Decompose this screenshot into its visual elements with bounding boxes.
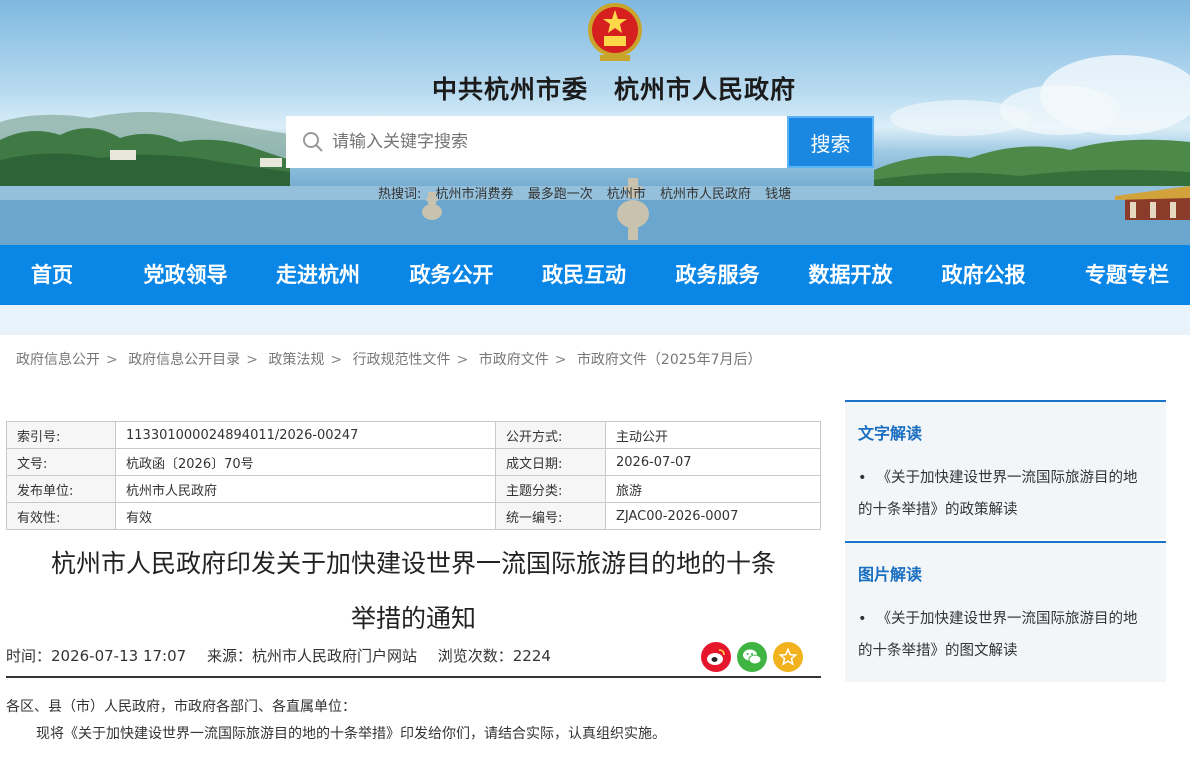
info-value: 杭州市人民政府 — [115, 475, 496, 503]
link-text: 《关于加快建设世界一流国际旅游目的地的十条举措》的政策解读 — [858, 470, 1138, 518]
hot-words: 热搜词: 杭州市消费券 最多跑一次 杭州市 杭州市人民政府 钱塘 — [378, 183, 801, 202]
article-title: 杭州市人民政府印发关于加快建设世界一流国际旅游目的地的十条 举措的通知 — [6, 536, 821, 646]
hot-words-label: 热搜词: — [378, 187, 422, 202]
info-key: 有效性: — [6, 502, 116, 530]
image-reading-link[interactable]: • 《关于加快建设世界一流国际旅游目的地的十条举措》的图文解读 — [845, 595, 1166, 667]
info-key: 统一编号: — [495, 502, 606, 530]
bullet: • — [858, 611, 867, 627]
nav-item-gov-disclosure[interactable]: 政务公开 — [369, 245, 534, 305]
nav-item-leadership[interactable]: 党政领导 — [104, 245, 267, 305]
nav-item-gazette[interactable]: 政府公报 — [900, 245, 1067, 305]
breadcrumb: 政府信息公开 > 政府信息公开目录 > 政策法规 > 行政规范性文件 > 市政府文件 > … — [16, 352, 762, 368]
nav-item-topics[interactable]: 专题专栏 — [1067, 245, 1187, 305]
info-value: ZJAC00-2026-0007 — [605, 502, 821, 530]
hot-word-link[interactable]: 钱塘 — [765, 187, 791, 202]
info-value: 有效 — [115, 502, 496, 530]
hot-word-link[interactable]: 杭州市消费券 — [436, 187, 514, 202]
info-key: 主题分类: — [495, 475, 606, 503]
article-meta: 时间：2026-07-13 17:07 来源：杭州市人民政府门户网站 浏览次数：… — [6, 645, 567, 666]
table-row: 发布单位: 杭州市人民政府 主题分类: 旅游 — [6, 475, 821, 503]
info-key: 成文日期: — [495, 448, 606, 476]
article-divider — [6, 676, 821, 678]
site-title: 中共杭州市委 杭州市人民政府 — [431, 75, 796, 104]
publish-time: 时间：2026-07-13 17:07 — [6, 647, 187, 665]
info-value: 2026-07-07 — [605, 448, 821, 476]
hot-word-link[interactable]: 杭州市人民政府 — [660, 187, 751, 202]
breadcrumb-item[interactable]: 政策法规 — [268, 352, 324, 368]
info-value: 主动公开 — [605, 421, 821, 449]
article-source: 来源：杭州市人民政府门户网站 — [206, 647, 417, 665]
info-key: 文号: — [6, 448, 116, 476]
nav-item-open-data[interactable]: 数据开放 — [801, 245, 900, 305]
article-title-line: 杭州市人民政府印发关于加快建设世界一流国际旅游目的地的十条 — [50, 549, 776, 578]
search-input[interactable] — [332, 132, 772, 152]
table-row: 有效性: 有效 统一编号: ZJAC00-2026-0007 — [6, 502, 821, 530]
nav-item-services[interactable]: 政务服务 — [634, 245, 801, 305]
panel-heading: 图片解读 — [858, 565, 923, 584]
info-key: 公开方式: — [495, 421, 606, 449]
nav-item-about-hangzhou[interactable]: 走进杭州 — [267, 245, 369, 305]
panel-heading: 文字解读 — [858, 424, 923, 443]
body-paragraph: 现将《关于加快建设世界一流国际旅游目的地的十条举措》印发给你们，请结合实际，认真… — [36, 726, 666, 742]
table-row: 索引号: 113301000024894011/2026-00247 公开方式:… — [6, 421, 821, 449]
breadcrumb-item[interactable]: 市政府文件 — [479, 352, 549, 368]
info-value: 旅游 — [605, 475, 821, 503]
article-body: 各区、县（市）人民政府，市政府各部门、各直属单位： 现将《关于加快建设世界一流国… — [6, 694, 821, 748]
main-nav: 首页 党政领导 走进杭州 政务公开 政民互动 政务服务 数据开放 政府公报 专题… — [0, 245, 1190, 305]
article-title-line: 举措的通知 — [350, 604, 476, 633]
star-icon — [779, 648, 797, 666]
bullet: • — [858, 470, 867, 486]
image-reading-panel: 图片解读 • 《关于加快建设世界一流国际旅游目的地的十条举措》的图文解读 — [845, 541, 1166, 682]
national-emblem-icon — [588, 3, 642, 61]
info-value: 113301000024894011/2026-00247 — [115, 421, 496, 449]
weibo-icon — [707, 649, 725, 665]
link-text: 《关于加快建设世界一流国际旅游目的地的十条举措》的图文解读 — [858, 611, 1138, 659]
nav-item-home[interactable]: 首页 — [0, 245, 104, 305]
hot-word-link[interactable]: 最多跑一次 — [528, 187, 593, 202]
breadcrumb-item[interactable]: 政府信息公开 — [16, 352, 100, 368]
info-key: 索引号: — [6, 421, 116, 449]
text-reading-panel: 文字解读 • 《关于加快建设世界一流国际旅游目的地的十条举措》的政策解读 — [845, 400, 1166, 539]
info-key: 发布单位: — [6, 475, 116, 503]
search-box[interactable] — [286, 116, 787, 168]
wechat-icon — [743, 649, 762, 665]
text-reading-link[interactable]: • 《关于加快建设世界一流国际旅游目的地的十条举措》的政策解读 — [845, 454, 1166, 526]
hot-word-link[interactable]: 杭州市 — [607, 187, 646, 202]
favorite-button[interactable] — [773, 642, 803, 672]
info-value: 杭政函〔2026〕70号 — [115, 448, 496, 476]
search-button[interactable]: 搜索 — [787, 116, 874, 168]
view-count: 浏览次数：2224 — [437, 647, 551, 665]
table-row: 文号: 杭政函〔2026〕70号 成文日期: 2026-07-07 — [6, 448, 821, 476]
document-info-table: 索引号: 113301000024894011/2026-00247 公开方式:… — [6, 421, 821, 530]
search-icon — [303, 132, 323, 152]
salutation: 各区、县（市）人民政府，市政府各部门、各直属单位： — [6, 699, 356, 715]
header-banner: 中共杭州市委 杭州市人民政府 搜索 热搜词: 杭州市消费券 最多跑一次 杭州市 … — [0, 0, 1190, 245]
breadcrumb-item[interactable]: 政府信息公开目录 — [128, 352, 240, 368]
nav-item-interaction[interactable]: 政民互动 — [534, 245, 634, 305]
share-weibo-button[interactable] — [701, 642, 731, 672]
nav-underlay — [0, 305, 1190, 335]
breadcrumb-item[interactable]: 行政规范性文件 — [353, 352, 451, 368]
breadcrumb-item-current[interactable]: 市政府文件（2025年7月后） — [577, 352, 762, 368]
share-wechat-button[interactable] — [737, 642, 767, 672]
